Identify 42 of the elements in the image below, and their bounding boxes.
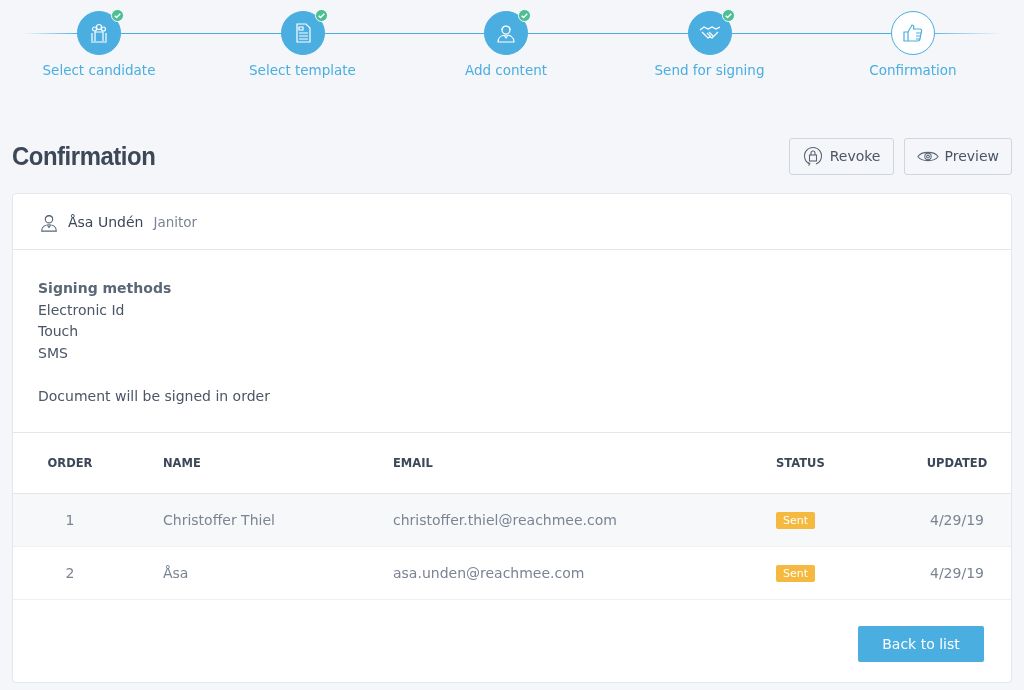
status-badge: Sent xyxy=(776,565,816,582)
step-label[interactable]: Add content xyxy=(464,62,548,78)
table-cell: 2 xyxy=(65,565,75,581)
revoke-button[interactable]: Revoke xyxy=(788,137,894,175)
table-cell: Christoffer Thiel xyxy=(163,512,275,528)
step-circle[interactable] xyxy=(891,11,935,55)
signing-method: SMS xyxy=(38,343,69,363)
step-circle[interactable] xyxy=(280,11,325,55)
table-cell: 4/29/19 xyxy=(930,565,984,581)
check-icon xyxy=(111,9,124,22)
column-header: UPDATED xyxy=(926,456,988,470)
check-icon xyxy=(314,9,328,22)
step-label[interactable]: Select template xyxy=(249,62,356,78)
column-header: NAME xyxy=(163,456,201,470)
signing-method: Electronic Id xyxy=(38,300,126,320)
step-label[interactable]: Select candidate xyxy=(42,62,156,78)
back-button[interactable]: Back to list xyxy=(858,626,984,662)
table-cell: Åsa xyxy=(163,565,189,581)
column-header: STATUS xyxy=(776,456,825,470)
table-cell: 1 xyxy=(65,512,75,528)
page-title: Confirmation xyxy=(12,140,156,172)
preview-button[interactable]: Preview xyxy=(903,137,1012,175)
candidate-role: Janitor xyxy=(153,213,198,230)
thumbs-up-icon xyxy=(901,21,925,45)
section-heading: Signing methods xyxy=(38,279,173,298)
step-circle[interactable] xyxy=(77,11,121,55)
step-circle[interactable] xyxy=(484,11,528,55)
candidate-name: Åsa Undén xyxy=(68,213,144,230)
step-circle[interactable] xyxy=(687,11,732,55)
table-cell: 4/29/19 xyxy=(930,512,984,528)
signing-note: Document will be signed in order xyxy=(38,386,271,406)
column-header: ORDER xyxy=(47,456,93,470)
lock-icon xyxy=(801,145,824,167)
check-icon xyxy=(518,9,531,22)
table-cell: christoffer.thiel@reachmee.com xyxy=(393,512,617,528)
column-header: EMAIL xyxy=(393,456,433,470)
table-cell: asa.unden@reachmee.com xyxy=(393,565,585,581)
signing-method: Touch xyxy=(38,322,80,341)
status-badge: Sent xyxy=(776,512,816,529)
check-icon xyxy=(721,9,735,22)
step-label[interactable]: Confirmation xyxy=(869,62,957,78)
step-label[interactable]: Send for signing xyxy=(654,62,765,78)
